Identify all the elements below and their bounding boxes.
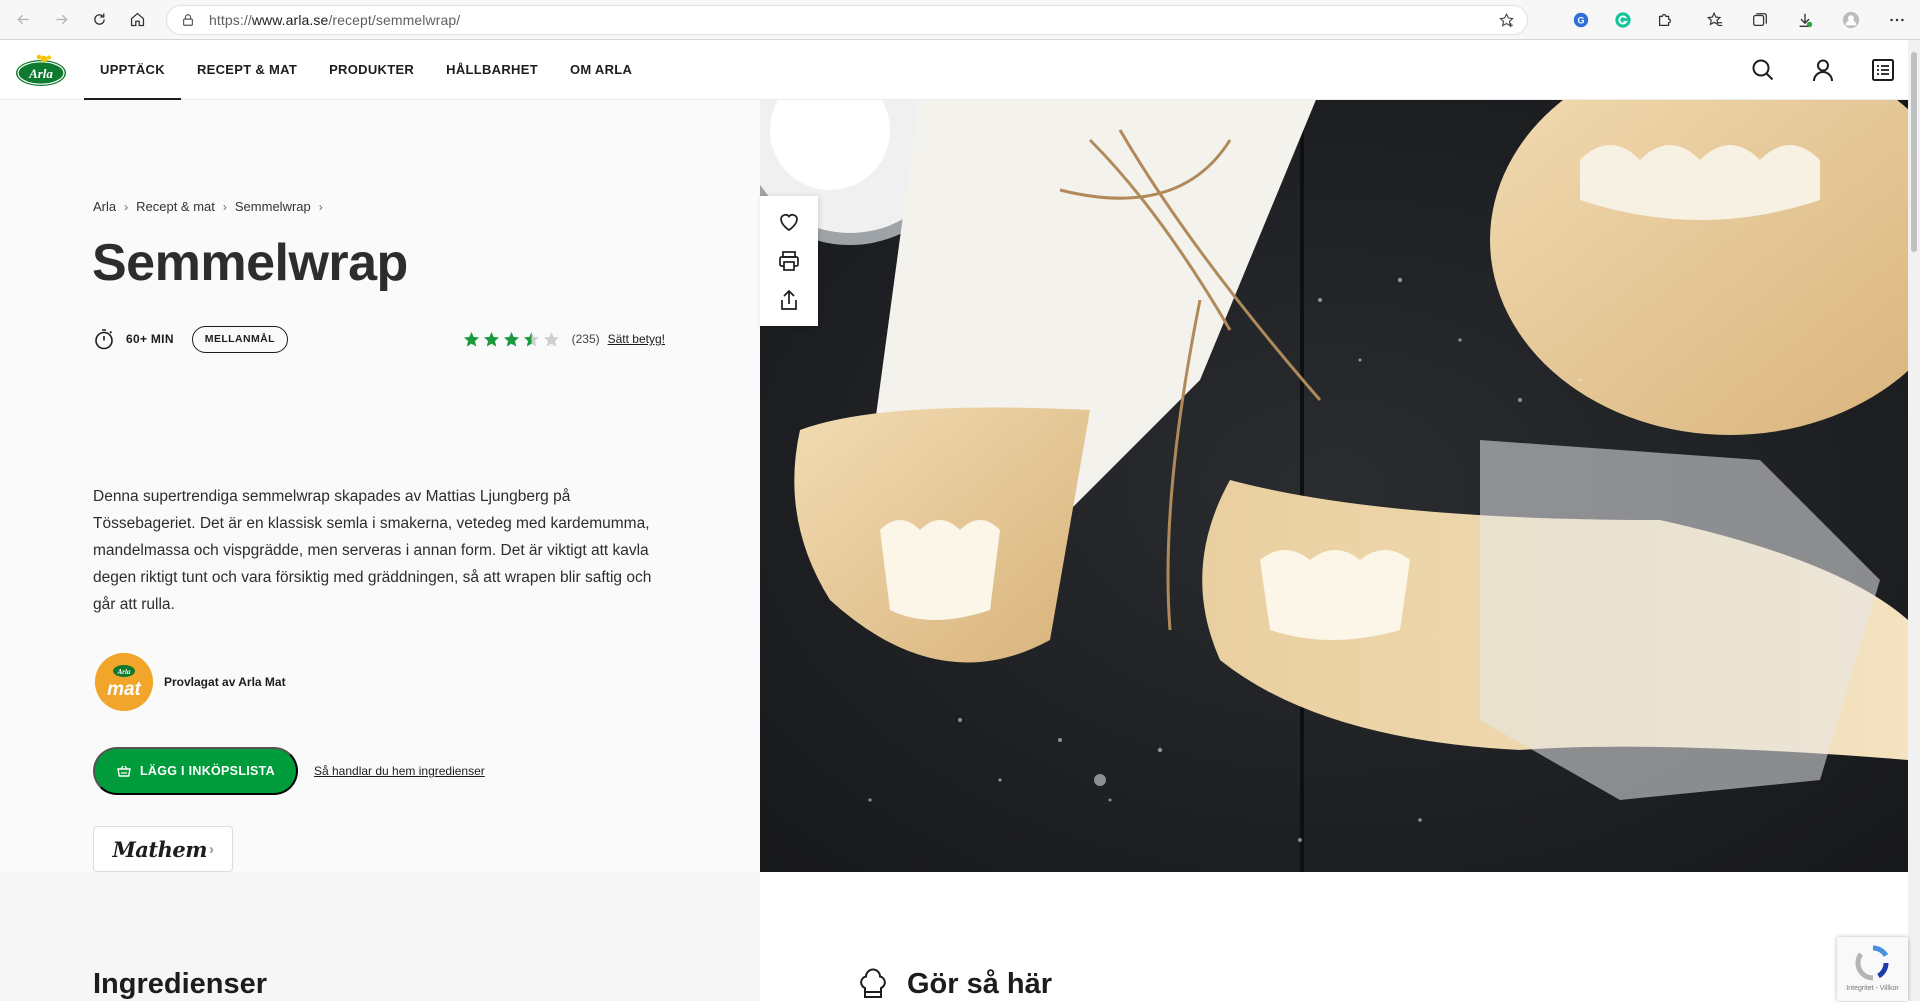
site-header: Arla UPPTÄCK RECEPT & MAT PRODUKTER HÅLL… bbox=[0, 40, 1908, 100]
recaptcha-icon bbox=[1854, 945, 1889, 981]
profile-button[interactable] bbox=[1836, 5, 1866, 35]
extension-grammarly-button[interactable] bbox=[1608, 5, 1638, 35]
print-icon[interactable] bbox=[777, 249, 801, 273]
scrollbar-thumb[interactable] bbox=[1911, 52, 1917, 252]
svg-text:Arla: Arla bbox=[28, 66, 53, 81]
lock-icon bbox=[183, 13, 193, 26]
ingredients-heading: Ingredienser bbox=[93, 968, 268, 1000]
timer-icon bbox=[95, 329, 113, 350]
semmelwrap-photo bbox=[760, 100, 1908, 872]
add-to-shopping-list-label: LÄGG I INKÖPSLISTA bbox=[139, 764, 276, 778]
user-icon[interactable] bbox=[1810, 57, 1836, 83]
rating: (235) Sätt betyg! bbox=[463, 331, 665, 348]
page-scrollbar[interactable] bbox=[1908, 40, 1920, 1001]
profile-avatar-icon bbox=[1842, 11, 1860, 29]
home-button[interactable] bbox=[122, 5, 152, 35]
nav-item-om-arla[interactable]: OM ARLA bbox=[554, 40, 648, 100]
favorites-button[interactable] bbox=[1700, 5, 1730, 35]
svg-text:mat: mat bbox=[107, 679, 141, 700]
add-to-shopping-list-button[interactable]: LÄGG I INKÖPSLISTA bbox=[93, 747, 298, 795]
shop-ingredients-link[interactable]: Så handlar du hem ingredienser bbox=[314, 764, 485, 778]
recaptcha-text[interactable]: Integritet - Villkor bbox=[1846, 985, 1898, 992]
recipe-description: Denna supertrendiga semmelwrap skapades … bbox=[93, 488, 652, 613]
page-title: Semmelwrap bbox=[92, 234, 408, 292]
breadcrumb-link-current[interactable]: Semmelwrap bbox=[235, 199, 311, 214]
cooking-time: 60+ MIN bbox=[126, 332, 174, 346]
home-icon bbox=[130, 12, 144, 27]
nav-item-produkter[interactable]: PRODUKTER bbox=[313, 40, 430, 100]
chevron-right-icon: › bbox=[208, 840, 214, 858]
svg-text:Arla: Arla bbox=[117, 668, 131, 676]
mathem-partner-button[interactable]: Mathem › bbox=[93, 826, 233, 872]
reload-button[interactable] bbox=[84, 5, 114, 35]
chevron-right-icon: › bbox=[318, 199, 323, 214]
instructions-section: Gör så här bbox=[760, 872, 1908, 1001]
star-icon[interactable] bbox=[523, 331, 540, 348]
forward-button[interactable] bbox=[46, 5, 76, 35]
chevron-right-icon: › bbox=[222, 199, 227, 214]
recaptcha-badge[interactable]: Integritet - Villkor bbox=[1837, 937, 1908, 1001]
back-button[interactable] bbox=[8, 5, 38, 35]
shopping-row: LÄGG I INKÖPSLISTA Så handlar du hem ing… bbox=[93, 747, 485, 795]
arla-logo[interactable]: Arla bbox=[14, 52, 68, 88]
tested-by-text: Provlagat av Arla Mat bbox=[164, 675, 286, 689]
grammarly-icon bbox=[1615, 12, 1631, 28]
more-dots-icon bbox=[1890, 18, 1904, 22]
extension-shield-icon: G bbox=[1573, 12, 1589, 28]
downloads-button[interactable] bbox=[1790, 5, 1820, 35]
url-text: https://www.arla.se/recept/semmelwrap/ bbox=[209, 11, 461, 28]
arrow-right-icon bbox=[55, 14, 68, 25]
search-icon[interactable] bbox=[1750, 57, 1776, 83]
star-icon[interactable] bbox=[463, 331, 480, 348]
shopping-list-icon[interactable] bbox=[1870, 57, 1896, 83]
browser-menu-button[interactable] bbox=[1882, 5, 1912, 35]
extension-privacy-button[interactable]: G bbox=[1566, 5, 1596, 35]
collections-button[interactable] bbox=[1745, 5, 1775, 35]
puzzle-icon bbox=[1658, 13, 1672, 27]
arla-logo-icon: Arla bbox=[16, 54, 66, 86]
add-favorite-icon[interactable] bbox=[1498, 12, 1515, 29]
category-tag[interactable]: MELLANMÅL bbox=[191, 325, 288, 353]
mathem-logo-text: Mathem bbox=[112, 836, 208, 862]
arla-mat-badge: Arla mat bbox=[95, 653, 153, 711]
main-nav: UPPTÄCK RECEPT & MAT PRODUKTER HÅLLBARHE… bbox=[84, 40, 648, 100]
share-icon[interactable] bbox=[777, 288, 801, 312]
recipe-meta: 60+ MIN MELLANMÅL (235) Sätt betyg! bbox=[93, 324, 665, 354]
recipe-actions bbox=[760, 196, 818, 326]
breadcrumb-link-arla[interactable]: Arla bbox=[93, 199, 116, 214]
rate-link[interactable]: Sätt betyg! bbox=[608, 332, 665, 346]
extensions-button[interactable] bbox=[1650, 5, 1680, 35]
address-bar[interactable]: https://www.arla.se/recept/semmelwrap/ bbox=[166, 4, 1528, 35]
star-icon[interactable] bbox=[483, 331, 500, 348]
basket-icon bbox=[117, 765, 131, 777]
tested-by: Arla mat Provlagat av Arla Mat bbox=[95, 653, 286, 711]
recipe-intro-panel: Arla › Recept & mat › Semmelwrap › Semme… bbox=[0, 100, 760, 872]
heart-icon[interactable] bbox=[777, 210, 801, 234]
browser-toolbar: https://www.arla.se/recept/semmelwrap/ G bbox=[0, 0, 1920, 40]
reload-icon bbox=[93, 13, 105, 25]
rating-count: (235) bbox=[571, 332, 600, 346]
svg-text:G: G bbox=[1577, 16, 1584, 26]
arrow-left-icon bbox=[16, 14, 29, 25]
rating-stars[interactable] bbox=[463, 331, 563, 348]
favorites-star-icon bbox=[1706, 11, 1723, 26]
chef-hat-icon bbox=[860, 968, 886, 998]
breadcrumb-link-recept[interactable]: Recept & mat bbox=[136, 199, 215, 214]
download-icon bbox=[1799, 13, 1813, 28]
chevron-right-icon: › bbox=[124, 199, 129, 214]
nav-item-upptack[interactable]: UPPTÄCK bbox=[84, 40, 181, 100]
nav-item-recept-mat[interactable]: RECEPT & MAT bbox=[181, 40, 313, 100]
ingredients-section: Ingredienser bbox=[0, 872, 760, 1001]
collections-icon bbox=[1753, 13, 1767, 27]
star-icon[interactable] bbox=[543, 331, 560, 348]
instructions-heading: Gör så här bbox=[907, 968, 1053, 1000]
star-icon[interactable] bbox=[503, 331, 520, 348]
breadcrumb: Arla › Recept & mat › Semmelwrap › bbox=[93, 199, 331, 214]
recipe-hero-image bbox=[760, 100, 1908, 872]
nav-item-hallbarhet[interactable]: HÅLLBARHET bbox=[430, 40, 554, 100]
